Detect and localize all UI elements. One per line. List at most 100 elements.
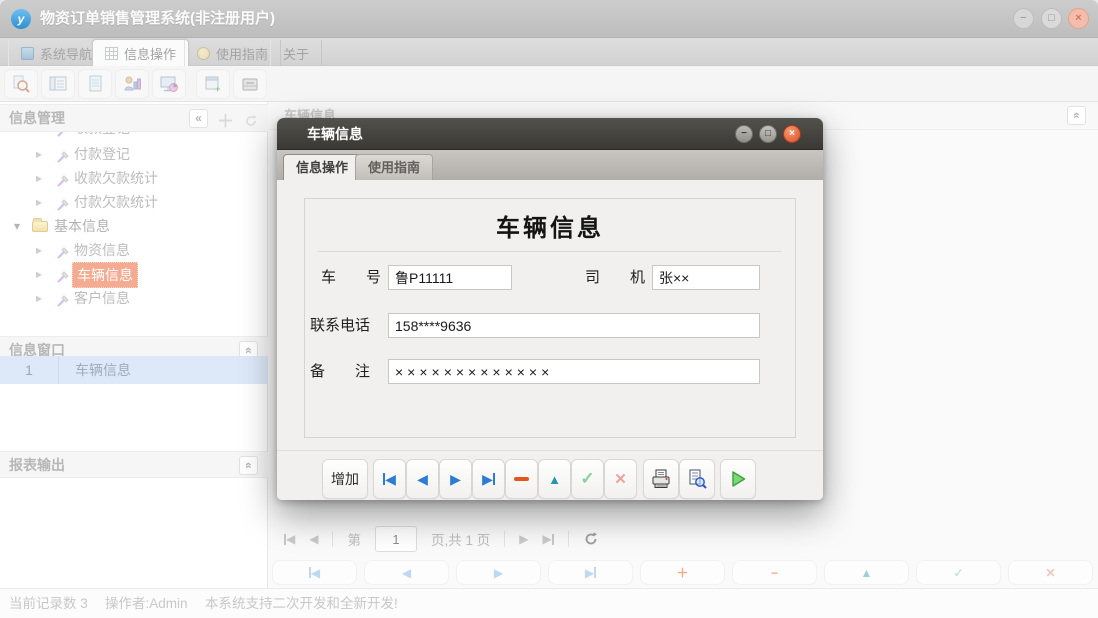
edit-record-button[interactable]: ▲ [538, 459, 571, 499]
nav-prev-button[interactable]: ◀ [406, 459, 439, 499]
main-toolbar: + [0, 66, 1098, 102]
prev-icon: ◀ [417, 471, 428, 488]
tree-item-label-selected: 车辆信息 [72, 262, 138, 288]
record-delete-button[interactable]: − [732, 560, 817, 585]
tab-label: 信息操作 [124, 44, 176, 63]
tree-item-customer-info[interactable]: ▸ 客户信息 [0, 286, 268, 310]
plate-input[interactable] [388, 265, 512, 290]
page-suffix-label: 页,共 1 页 [431, 529, 490, 549]
collapse-up-icon: « [240, 462, 257, 469]
user-report-button[interactable] [115, 69, 149, 99]
next-page-icon: ▶ [519, 532, 528, 546]
record-last-button[interactable]: ▶ [548, 560, 633, 585]
status-message: 本系统支持二次开发和全新开发! [205, 589, 398, 618]
drawer-icon [240, 74, 260, 94]
document-button[interactable] [78, 69, 112, 99]
divider [568, 531, 569, 547]
first-page-button[interactable]: ◀ [284, 532, 295, 546]
check-icon: ✓ [580, 469, 594, 489]
info-window-row[interactable]: 1 车辆信息 [0, 356, 268, 384]
remark-input[interactable] [388, 359, 760, 384]
record-prev-button[interactable]: ◀ [364, 560, 449, 585]
add-record-button[interactable]: 增加 [322, 459, 368, 499]
cancel-record-button[interactable]: ✕ [604, 459, 637, 499]
main-tab-bar: 系统导航 信息操作 使用指南 关于 [0, 38, 1098, 66]
monitor-chart-button[interactable] [152, 69, 186, 99]
dialog-maximize-button[interactable]: □ [759, 125, 777, 143]
record-post-button[interactable]: ✓ [916, 560, 1001, 585]
status-bar: 当前记录数 3 操作者:Admin 本系统支持二次开发和全新开发! [0, 588, 1098, 618]
prev-page-button[interactable]: ◀ [309, 532, 318, 546]
last-icon: ▶ [585, 566, 594, 580]
tab-info-ops[interactable]: 信息操作 [92, 39, 189, 66]
search-icon [11, 74, 31, 94]
search-button[interactable] [4, 69, 38, 99]
tree-item-payment-reg[interactable]: ▸ 付款登记 [0, 142, 268, 166]
nav-next-button[interactable]: ▶ [439, 459, 472, 499]
report-list-button[interactable] [41, 69, 75, 99]
tree-folder-label: 基本信息 [54, 214, 110, 238]
next-icon: ▶ [494, 566, 503, 580]
tab-user-guide[interactable]: 使用指南 [184, 40, 281, 66]
record-cancel-button[interactable]: ✕ [1008, 560, 1093, 585]
dialog-titlebar[interactable]: 车辆信息 − □ × [277, 118, 823, 150]
monitor-pie-icon [159, 74, 179, 94]
tree-item-clipped[interactable]: ▸ 收款登记 [0, 132, 268, 140]
add-icon[interactable]: ＋ [217, 108, 234, 135]
collapse-left-button[interactable]: « [189, 109, 208, 128]
tree-item-receivable-stats[interactable]: ▸ 收款欠款统计 [0, 166, 268, 190]
first-icon: ◀ [311, 566, 320, 580]
tree-item-material-info[interactable]: ▸ 物资信息 [0, 238, 268, 262]
record-first-button[interactable]: ◀ [272, 560, 357, 585]
expander-icon: ▸ [36, 190, 42, 214]
last-page-button[interactable]: ▶ [542, 532, 553, 546]
driver-input[interactable] [652, 265, 760, 290]
record-next-button[interactable]: ▶ [456, 560, 541, 585]
print-button[interactable] [643, 459, 679, 499]
page-number-input[interactable] [375, 526, 417, 552]
dialog-minimize-button[interactable]: − [735, 125, 753, 143]
archive-button[interactable] [233, 69, 267, 99]
window-icon [21, 47, 34, 60]
svg-text:+: + [215, 84, 220, 94]
refresh-button[interactable] [583, 531, 599, 547]
expander-icon: ▸ [36, 166, 42, 190]
first-page-icon: ◀ [286, 532, 295, 546]
execute-button[interactable] [720, 459, 756, 499]
close-button[interactable]: × [1068, 8, 1089, 29]
record-add-button[interactable]: ＋ [640, 560, 725, 585]
post-record-button[interactable]: ✓ [571, 459, 604, 499]
maximize-button[interactable]: □ [1041, 8, 1062, 29]
dialog-tab-info-ops[interactable]: 信息操作 [283, 154, 361, 180]
expander-icon: ▸ [36, 286, 42, 310]
print-icon [650, 468, 672, 490]
plate-label: 车 号 [321, 265, 381, 291]
tab-system-nav[interactable]: 系统导航 [8, 40, 105, 66]
cross-icon: ✕ [614, 470, 627, 488]
tree-folder-basic-info[interactable]: ▾ 基本信息 [0, 214, 268, 238]
tree-item-vehicle-info[interactable]: ▸ 车辆信息 [0, 262, 268, 286]
dialog-close-button[interactable]: × [783, 125, 801, 143]
nav-last-button[interactable]: ▶ [472, 459, 505, 499]
nav-first-button[interactable]: ◀ [373, 459, 406, 499]
next-page-button[interactable]: ▶ [519, 532, 528, 546]
window-add-button[interactable]: + [196, 69, 230, 99]
record-edit-button[interactable]: ▲ [824, 560, 909, 585]
delete-record-button[interactable] [505, 459, 538, 499]
phone-input[interactable] [388, 313, 760, 338]
dialog-tab-user-guide[interactable]: 使用指南 [355, 154, 433, 180]
preview-button[interactable] [679, 459, 715, 499]
minimize-button[interactable]: − [1013, 8, 1034, 29]
cross-icon: ✕ [1045, 566, 1055, 580]
last-page-icon: ▶ [542, 532, 551, 546]
prev-icon: ◀ [402, 566, 411, 580]
tree-item-label: 物资信息 [74, 238, 130, 262]
collapse-up-icon: « [1068, 112, 1085, 119]
tree-item-payable-stats[interactable]: ▸ 付款欠款统计 [0, 190, 268, 214]
collapse-up-button[interactable]: « [239, 456, 258, 475]
row-label: 车辆信息 [59, 360, 131, 380]
collapse-up-button[interactable]: « [1067, 106, 1086, 125]
tab-about[interactable]: 关于 [270, 40, 322, 66]
vehicle-info-dialog: 车辆信息 − □ × 信息操作 使用指南 车辆信息 车 号 司 机 联系电话 备… [277, 118, 823, 500]
driver-label: 司 机 [585, 265, 645, 291]
